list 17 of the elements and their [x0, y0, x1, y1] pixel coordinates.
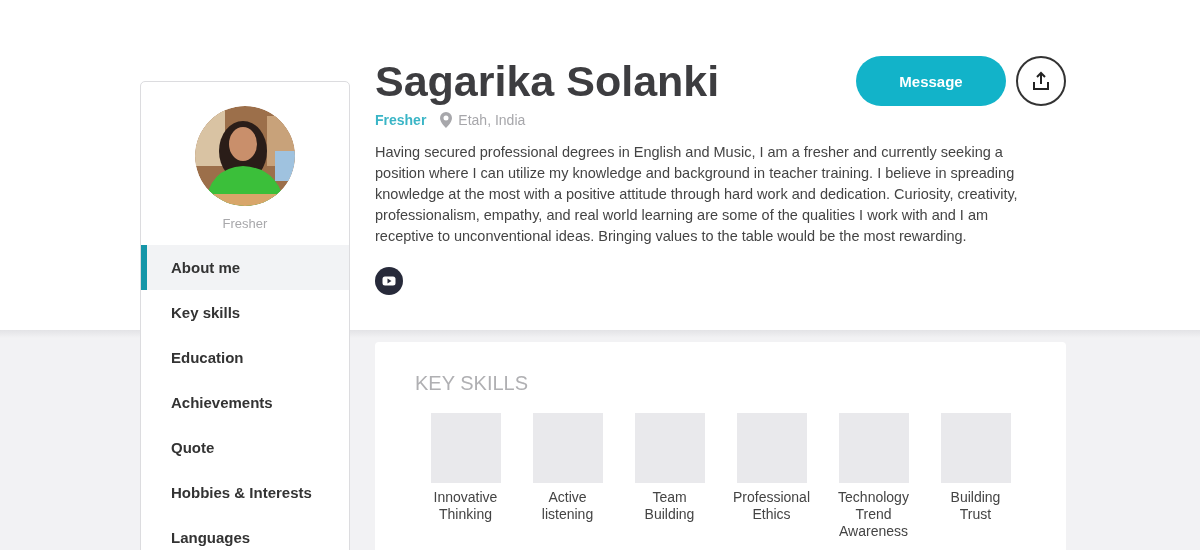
location-text: Etah, India [458, 112, 526, 128]
share-button[interactable] [1016, 56, 1066, 106]
skill-label: Technology Trend Awareness [837, 489, 910, 540]
profile-name: Sagarika Solanki [375, 56, 720, 106]
youtube-icon[interactable] [375, 267, 403, 295]
skill-label: Building Trust [949, 489, 1002, 523]
about-paragraph: Having secured professional degrees in English and Music, I am a fresher and currently seeking a position where I can utilize my knowledge and background in teacher training. I believe in spreading knowledge at the most with a positive attitude through hard work and dedication. Curiosity, creativity, professionalism, empathy, and real world learning are some of the qualities I work with and I am receptive to unconventional ideas. Bringing values to the table would be the most rewarding. [375, 143, 1019, 246]
sidebar-item[interactable]: About me [141, 245, 349, 290]
share-icon [1031, 71, 1051, 91]
section-title: KEY SKILLS [415, 372, 530, 395]
skill-label: Team Building [643, 489, 696, 523]
skill-label: Innovative Thinking [432, 489, 499, 523]
skill-label: Active listening [540, 489, 595, 523]
profile-caption: Fresher [221, 216, 269, 231]
skill-label: Professional Ethics [731, 489, 811, 523]
location-pin-icon [440, 112, 453, 128]
status-label: Fresher [375, 112, 427, 128]
